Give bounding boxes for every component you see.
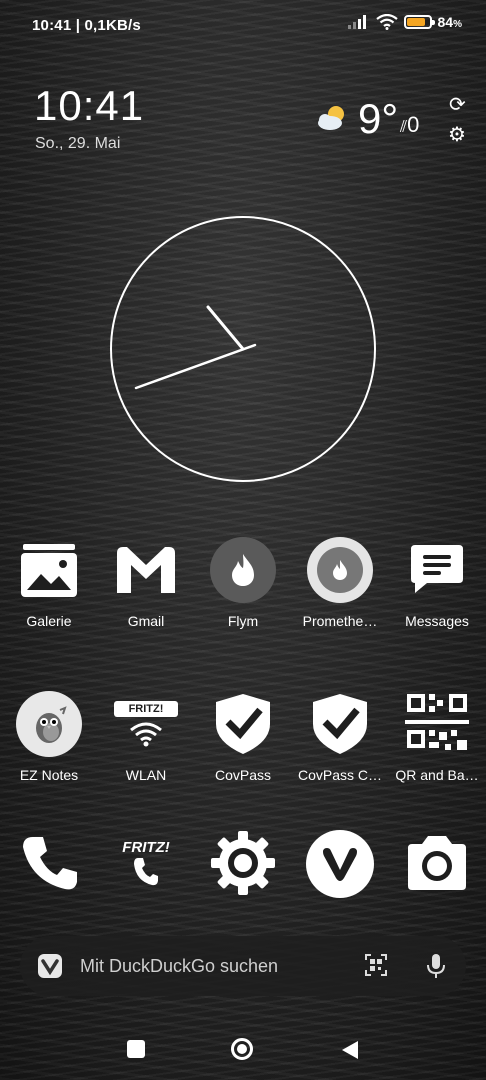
search-bar[interactable]: Mit DuckDuckGo suchen <box>20 936 466 996</box>
app-label: Gmail <box>127 613 165 629</box>
dock-camera[interactable] <box>389 830 485 950</box>
phone-icon <box>16 830 82 896</box>
battery-percent: 84% <box>437 14 462 30</box>
prometheus-icon <box>307 537 373 603</box>
qr-barcode-icon <box>404 691 470 757</box>
partly-cloudy-icon <box>318 106 344 130</box>
app-ez-notes[interactable]: EZ Notes <box>1 691 97 811</box>
dock-vivaldi[interactable] <box>292 830 388 950</box>
app-label: Promethe… <box>302 613 378 629</box>
app-label: EZ Notes <box>19 767 79 783</box>
ez-notes-icon <box>16 691 82 757</box>
status-bar: 10:41 | 0,1KB/s 84% <box>0 0 486 52</box>
qr-scan-icon[interactable] <box>364 953 388 983</box>
app-label: Messages <box>405 613 469 629</box>
status-time: 10:41 | 0,1KB/s <box>32 17 141 34</box>
weather-temperature[interactable]: 9° <box>358 95 398 143</box>
app-label: Galerie <box>26 613 72 629</box>
wind-value: ⫽0 <box>400 112 420 137</box>
recents-button[interactable] <box>127 1040 145 1058</box>
app-qr-barcode[interactable]: QR and Ba… <box>389 691 485 811</box>
app-label: QR and Ba… <box>395 767 479 783</box>
wifi-icon <box>375 14 398 30</box>
fritz-wlan-icon: FRITZ! <box>113 691 179 757</box>
gmail-icon <box>113 537 179 603</box>
app-wlan[interactable]: FRITZ! WLAN <box>98 691 194 811</box>
fritz-phone-icon: FRITZ! <box>113 830 179 896</box>
home-button[interactable] <box>231 1038 253 1060</box>
refresh-icon[interactable]: ⟳ <box>449 92 466 117</box>
app-label: CovPass C… <box>297 767 383 783</box>
search-input[interactable]: Mit DuckDuckGo suchen <box>80 956 278 977</box>
battery-icon <box>403 15 435 29</box>
dock-settings[interactable] <box>195 830 291 950</box>
analog-clock[interactable] <box>110 216 376 482</box>
vivaldi-icon <box>306 830 374 898</box>
app-prometheus[interactable]: Promethe… <box>292 537 388 657</box>
app-covpass-check[interactable]: CovPass C… <box>292 691 388 811</box>
app-gmail[interactable]: Gmail <box>98 537 194 657</box>
vivaldi-small-icon <box>38 954 62 978</box>
app-label: CovPass <box>214 767 272 783</box>
widget-time[interactable]: 10:41 <box>34 82 144 130</box>
covpass-check-icon <box>307 691 373 757</box>
dock-phone[interactable] <box>1 830 97 950</box>
app-messages[interactable]: Messages <box>389 537 485 657</box>
status-icons: 84% <box>347 14 462 30</box>
minute-hand <box>134 343 257 390</box>
covpass-icon <box>210 691 276 757</box>
messages-icon <box>404 537 470 603</box>
app-flym[interactable]: Flym <box>195 537 291 657</box>
app-galerie[interactable]: Galerie <box>1 537 97 657</box>
square-icon <box>127 1040 145 1058</box>
back-button[interactable] <box>341 1040 359 1065</box>
gallery-icon <box>16 537 82 603</box>
back-triangle-icon <box>342 1041 358 1059</box>
camera-icon <box>404 830 470 896</box>
widget-settings-icon[interactable]: ⚙ <box>448 122 466 147</box>
app-covpass[interactable]: CovPass <box>195 691 291 811</box>
app-label: WLAN <box>125 767 167 783</box>
dock-fritz-phone[interactable]: FRITZ! <box>98 830 194 950</box>
flame-icon <box>210 537 276 603</box>
app-label: Flym <box>227 613 259 629</box>
microphone-icon[interactable] <box>424 952 448 985</box>
hour-hand <box>206 305 245 351</box>
settings-gear-icon <box>210 830 276 896</box>
home-icon <box>231 1038 253 1060</box>
signal-icon <box>347 15 366 29</box>
widget-date[interactable]: So., 29. Mai <box>35 135 120 153</box>
